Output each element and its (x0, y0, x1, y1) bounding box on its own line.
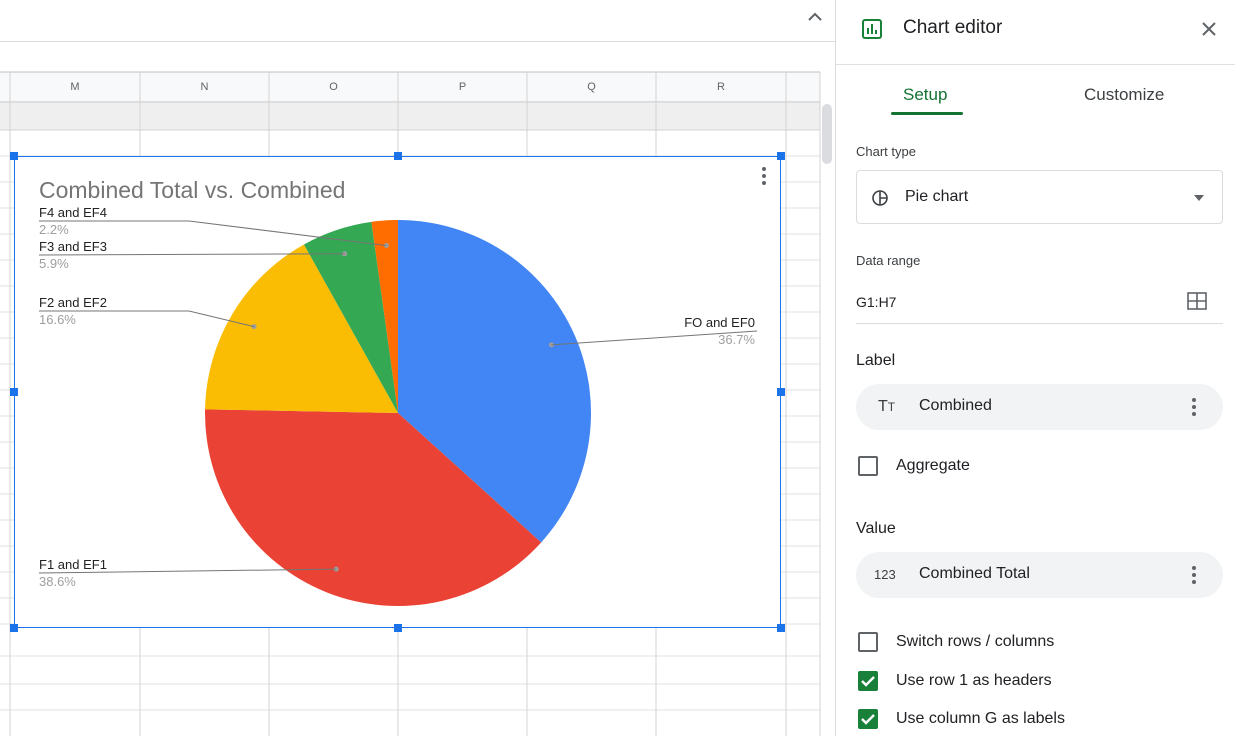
number-icon: 123 (874, 567, 896, 582)
column-header-p[interactable]: P (398, 73, 527, 101)
chart-type-heading: Chart type (856, 144, 916, 159)
close-icon[interactable] (1200, 20, 1218, 38)
use-row-headers-label: Use row 1 as headers (896, 672, 1052, 689)
use-column-labels-label: Use column G as labels (896, 710, 1065, 727)
slice-label: F2 and EF2 (39, 295, 107, 310)
resize-handle[interactable] (777, 152, 785, 160)
label-heading: Label (856, 352, 896, 369)
resize-handle[interactable] (10, 624, 18, 632)
column-header-o[interactable]: O (269, 73, 398, 101)
value-heading: Value (856, 520, 896, 537)
pie-chart-icon (872, 190, 888, 206)
chart-editor-icon (862, 19, 882, 39)
resize-handle[interactable] (394, 624, 402, 632)
chart-editor-panel: Chart editor Setup Customize Chart type … (835, 0, 1235, 736)
spreadsheet-area: M N O P Q R Combined Total vs. Combined … (0, 0, 835, 736)
pie-plot (38, 220, 758, 606)
column-header-m[interactable]: M (10, 73, 140, 101)
resize-handle[interactable] (10, 152, 18, 160)
column-header-n[interactable]: N (140, 73, 269, 101)
resize-handle[interactable] (10, 388, 18, 396)
label-series-chip[interactable]: TT Combined (856, 384, 1223, 430)
slice-label: F3 and EF3 (39, 239, 107, 254)
data-range-heading: Data range (856, 253, 921, 268)
check-icon (861, 714, 875, 725)
value-series-chip[interactable]: 123 Combined Total (856, 552, 1223, 598)
use-column-labels-checkbox[interactable] (858, 709, 878, 729)
pie-chart-object[interactable]: Combined Total vs. Combined FO and EF0 36… (14, 156, 781, 628)
slice-percent: 38.6% (39, 574, 76, 589)
tab-setup[interactable]: Setup (903, 85, 947, 105)
slice-percent: 36.7% (718, 332, 755, 347)
slice-label: F4 and EF4 (39, 205, 107, 220)
slice-percent: 2.2% (39, 222, 69, 237)
chart-editor-title: Chart editor (903, 17, 1003, 38)
resize-handle[interactable] (394, 152, 402, 160)
aggregate-checkbox[interactable] (858, 456, 878, 476)
use-row-headers-checkbox[interactable] (858, 671, 878, 691)
slice-percent: 16.6% (39, 312, 76, 327)
column-header-q[interactable]: Q (527, 73, 656, 101)
check-icon (861, 676, 875, 687)
resize-handle[interactable] (777, 624, 785, 632)
tab-customize[interactable]: Customize (1084, 85, 1164, 105)
column-headers: M N O P Q R (0, 73, 820, 101)
dropdown-arrow-icon (1194, 195, 1204, 201)
vertical-scrollbar[interactable] (822, 104, 832, 164)
chart-type-dropdown[interactable]: Pie chart (856, 170, 1223, 224)
text-type-icon: TT (878, 398, 896, 415)
chart-type-value: Pie chart (905, 188, 969, 205)
column-header-r[interactable]: R (656, 73, 786, 101)
slice-percent: 5.9% (39, 256, 69, 271)
active-tab-indicator (891, 112, 963, 115)
label-series-value: Combined (919, 397, 992, 414)
aggregate-label: Aggregate (896, 457, 970, 474)
grid-select-icon[interactable] (1187, 292, 1207, 310)
editor-tabs: Setup Customize (836, 65, 1235, 123)
slice-label: F1 and EF1 (39, 557, 107, 572)
resize-handle[interactable] (777, 388, 785, 396)
switch-rows-columns-checkbox[interactable] (858, 632, 878, 652)
more-vert-icon[interactable] (1191, 396, 1197, 418)
data-range-value: G1:H7 (856, 294, 897, 310)
more-vert-icon[interactable] (1191, 564, 1197, 586)
data-range-field[interactable]: G1:H7 (856, 280, 1223, 324)
value-series-value: Combined Total (919, 565, 1030, 582)
slice-label: FO and EF0 (684, 315, 755, 330)
switch-rows-columns-label: Switch rows / columns (896, 633, 1055, 650)
chart-editor-header: Chart editor (836, 0, 1235, 65)
